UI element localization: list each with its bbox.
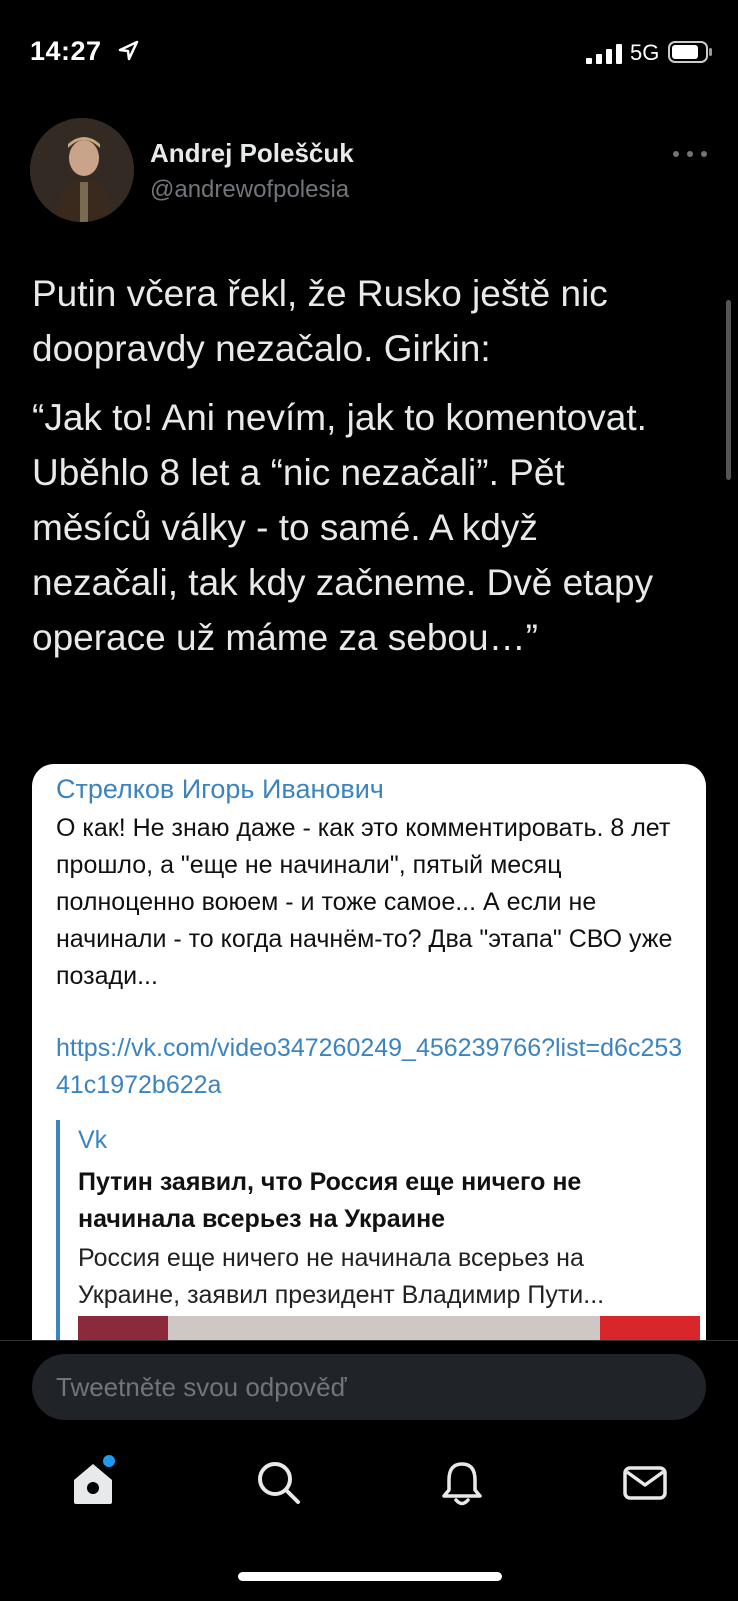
- search-icon[interactable]: [254, 1458, 304, 1508]
- home-indicator[interactable]: [238, 1572, 502, 1581]
- status-time: 14:27: [30, 36, 102, 66]
- preview-site-name: Vk: [78, 1126, 108, 1154]
- preview-accent-bar: [56, 1120, 60, 1344]
- tweet-image[interactable]: Стрелков Игорь Иванович О как! Не знаю д…: [32, 764, 706, 1344]
- preview-title: Путин заявил, что Россия еще ничего не н…: [78, 1168, 582, 1233]
- location-arrow-icon: [118, 40, 139, 61]
- link-preview: Vk Путин заявил, что Россия еще ничего н…: [56, 1120, 700, 1344]
- more-options-icon[interactable]: [670, 148, 710, 160]
- bell-icon[interactable]: [437, 1458, 487, 1508]
- notification-dot: [103, 1455, 115, 1467]
- author-name[interactable]: Andrej Poleščuk: [150, 138, 354, 169]
- network-label: 5G: [630, 40, 660, 65]
- avatar[interactable]: [30, 118, 134, 222]
- telegram-link: https://vk.com/video347260249_456239766?…: [56, 1034, 683, 1099]
- scroll-indicator: [726, 300, 731, 480]
- author-handle[interactable]: @andrewofpolesia: [150, 176, 349, 204]
- reply-input[interactable]: Tweetněte svou odpověď: [32, 1354, 706, 1420]
- reply-placeholder: Tweetněte svou odpověď: [56, 1372, 347, 1402]
- telegram-author: Стрелков Игорь Иванович: [56, 774, 384, 804]
- avatar-photo-icon: [30, 118, 134, 222]
- signal-icon: [586, 44, 622, 64]
- preview-description: Россия еще ничего не начинала всерьез на…: [78, 1244, 605, 1309]
- mail-icon[interactable]: [620, 1458, 670, 1508]
- telegram-message: О как! Не знаю даже - как это комментиро…: [56, 814, 673, 990]
- tweet-text-paragraph-2: “Jak to! Ani nevím, jak to komentovat. U…: [32, 397, 654, 658]
- battery-icon: [668, 41, 712, 63]
- tweet-text-paragraph-1: Putin včera řekl, že Rusko ještě nic doo…: [32, 273, 608, 369]
